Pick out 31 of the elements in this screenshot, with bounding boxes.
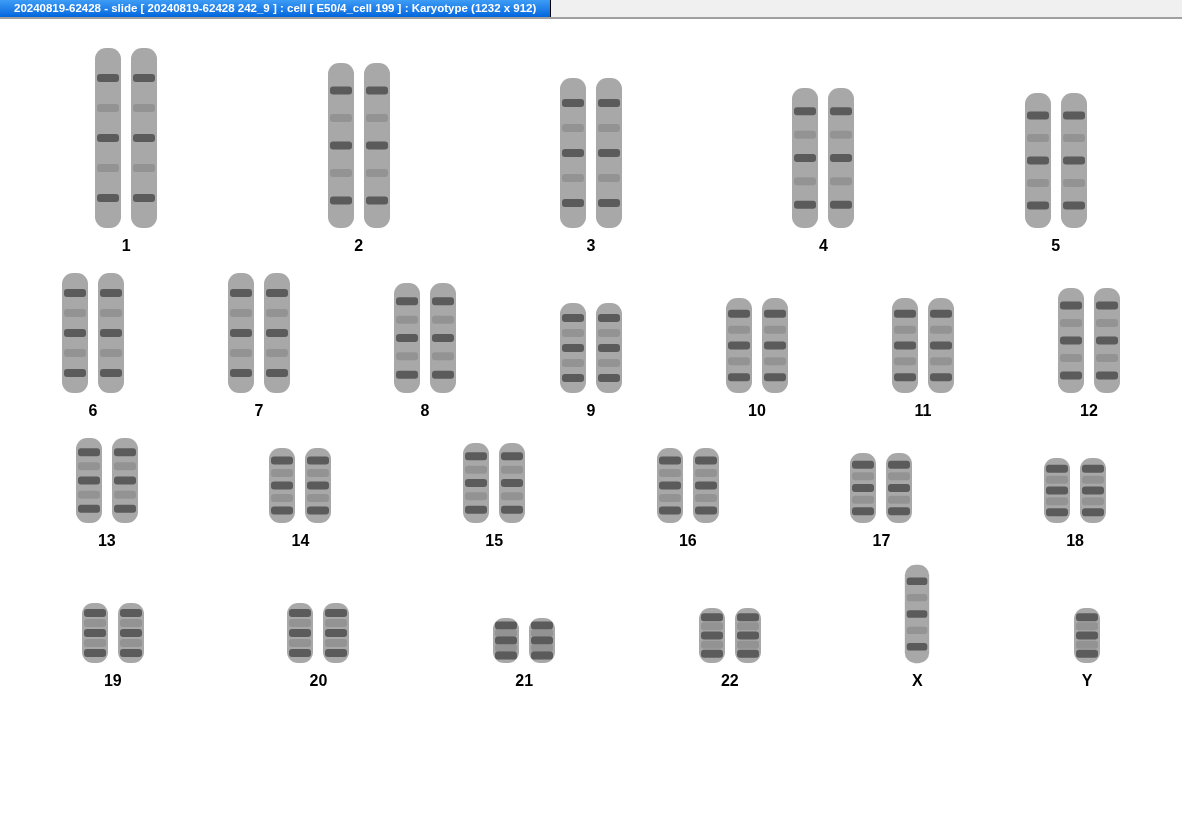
chromosome-label: 10 — [748, 401, 766, 421]
chromosome-label: 21 — [515, 671, 534, 691]
chromosome-label: 19 — [103, 671, 122, 691]
chromosome-label: 15 — [485, 531, 504, 551]
chromosome-label: 9 — [586, 401, 596, 421]
chromosome-drawing — [79, 601, 146, 665]
window-title: 20240819-62428 - slide [ 20240819-62428 242_9 ] : cell [ E50/4_cell 199 ] : Karyotype (1232 x 912) — [0, 0, 552, 17]
chromosome-label: 3 — [586, 236, 596, 256]
chromosome-label: 2 — [354, 236, 364, 256]
chromosome-label: 12 — [1080, 401, 1098, 421]
chromosome-label: X — [912, 671, 923, 691]
chromosome-label: 1 — [121, 236, 131, 256]
chromosome-label: 17 — [872, 531, 891, 551]
chromosome-label: 5 — [1051, 236, 1061, 256]
chromosome-label: 11 — [914, 401, 932, 421]
chromosome-label: 14 — [291, 531, 310, 551]
chromosome-drawing — [1072, 606, 1103, 665]
chromosome-label: 7 — [254, 401, 264, 421]
chromosome-label: 20 — [309, 671, 328, 691]
chromosome-label: 8 — [420, 401, 430, 421]
chromosome-label: Y — [1081, 671, 1093, 691]
chromosome-label: 16 — [678, 531, 697, 551]
chromosome-drawing — [491, 616, 558, 665]
chromosome-label: 4 — [818, 236, 828, 256]
chromosome-drawing — [696, 606, 763, 665]
chromosome-label: 6 — [88, 401, 98, 421]
chromosome-label: 22 — [720, 671, 739, 691]
chromosome-drawing — [1042, 456, 1109, 525]
chromosome-label: 18 — [1066, 531, 1084, 551]
chromosome-label: 13 — [97, 531, 116, 551]
chromosome-drawing — [285, 601, 352, 665]
